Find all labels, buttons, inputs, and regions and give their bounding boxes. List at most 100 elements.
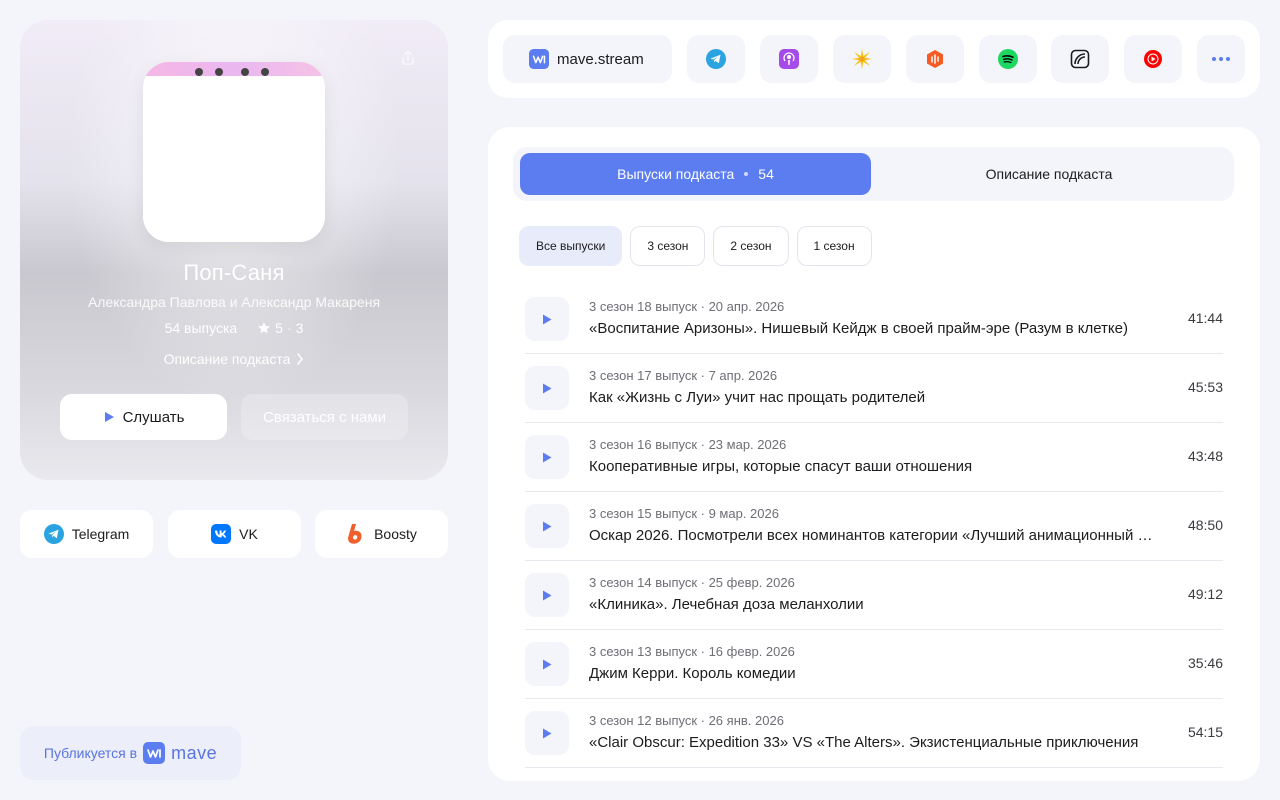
episode-row[interactable]: 3 сезон 12 выпуск · 26 янв. 2026 «Clair … — [525, 699, 1223, 768]
episode-play-button[interactable] — [525, 573, 569, 617]
episode-play-button[interactable] — [525, 711, 569, 755]
filter-all-episodes[interactable]: Все выпуски — [519, 226, 623, 266]
apple-podcasts-icon — [779, 49, 799, 69]
platform-castbox-button[interactable] — [906, 35, 964, 83]
episode-meta: 3 сезон 14 выпуск · 25 февр. 2026 — [589, 575, 795, 590]
play-icon — [543, 590, 552, 600]
published-label: Публикуется в — [43, 745, 138, 761]
rating-value: 5 — [275, 320, 283, 336]
play-icon — [543, 383, 552, 393]
description-link[interactable]: Описание подкаста — [20, 351, 448, 367]
social-label: VK — [239, 526, 258, 542]
play-icon — [104, 412, 114, 422]
platform-spotify-button[interactable] — [979, 35, 1037, 83]
filter-season-2[interactable]: 2 сезон — [713, 226, 789, 266]
pocket-casts-icon — [1070, 49, 1090, 69]
tab-description[interactable]: Описание подкаста — [871, 153, 1227, 195]
episode-title[interactable]: Джим Керри. Король комедии — [589, 665, 1154, 682]
platforms-more-button[interactable] — [1197, 35, 1245, 83]
tab-switcher: Выпуски подкаста 54 Описание подкаста — [513, 147, 1234, 201]
episode-meta: 3 сезон 17 выпуск · 7 апр. 2026 — [589, 368, 778, 383]
episode-meta: 3 сезон 15 выпуск · 9 мар. 2026 — [589, 506, 779, 521]
episode-row[interactable]: 3 сезон 13 выпуск · 16 февр. 2026 Джим К… — [525, 630, 1223, 699]
boosty-icon — [348, 524, 362, 544]
description-link-label: Описание подкаста — [163, 351, 291, 367]
episode-title[interactable]: «Воспитание Аризоны». Нишевый Кейдж в св… — [589, 320, 1154, 337]
tab-episodes-count: 54 — [758, 166, 774, 182]
podcast-meta: 54 выпуска 5 · 3 — [20, 320, 448, 336]
mave-brand: mave — [171, 742, 218, 763]
episode-duration: 54:15 — [1187, 724, 1223, 740]
platform-youtube-music-button[interactable] — [1124, 35, 1182, 83]
social-telegram-button[interactable]: Telegram — [20, 510, 153, 558]
rating-count: 3 — [295, 320, 304, 336]
play-icon — [543, 728, 552, 738]
social-vk-button[interactable]: VK — [168, 510, 301, 558]
social-label: Telegram — [71, 526, 130, 542]
star-icon — [258, 322, 271, 334]
episode-duration: 45:53 — [1187, 379, 1223, 395]
platform-telegram-button[interactable] — [687, 35, 745, 83]
published-in-mave-badge[interactable]: Публикуется в mave — [20, 726, 241, 780]
episode-row[interactable]: 3 сезон 18 выпуск · 20 апр. 2026 «Воспит… — [525, 285, 1223, 354]
filter-season-3[interactable]: 3 сезон — [630, 226, 706, 266]
episode-duration: 35:46 — [1187, 655, 1223, 671]
tab-description-label: Описание подкаста — [985, 166, 1113, 182]
youtube-music-icon — [1144, 50, 1162, 68]
episode-row[interactable]: 3 сезон 17 выпуск · 7 апр. 2026 Как «Жиз… — [525, 354, 1223, 423]
play-icon — [543, 521, 552, 531]
more-icon — [1212, 57, 1230, 61]
listen-button-label: Слушать — [122, 408, 185, 426]
episode-title[interactable]: «Клиника». Лечебная доза меланхолии — [589, 596, 1154, 613]
episode-row[interactable]: 3 сезон 15 выпуск · 9 мар. 2026 Оскар 20… — [525, 492, 1223, 561]
play-icon — [543, 452, 552, 462]
podcast-profile-card: Поп-Саня Александра Павлова и Александр … — [20, 20, 448, 480]
episode-row[interactable]: 3 сезон 14 выпуск · 25 февр. 2026 «Клини… — [525, 561, 1223, 630]
episode-duration: 43:48 — [1187, 448, 1223, 464]
mave-logo-icon — [529, 49, 549, 69]
episode-play-button[interactable] — [525, 435, 569, 479]
yandex-music-icon — [852, 49, 872, 69]
episode-meta: 3 сезон 13 выпуск · 16 февр. 2026 — [589, 644, 795, 659]
episode-row[interactable]: 3 сезон 16 выпуск · 23 мар. 2026 Коопера… — [525, 423, 1223, 492]
episode-duration: 41:44 — [1187, 310, 1223, 326]
mave-stream-label: mave.stream — [557, 50, 644, 68]
social-boosty-button[interactable]: Boosty — [315, 510, 448, 558]
telegram-icon — [706, 49, 726, 69]
episode-meta: 3 сезон 16 выпуск · 23 мар. 2026 — [589, 437, 787, 452]
chevron-right-icon — [297, 353, 304, 365]
play-icon — [543, 659, 552, 669]
season-filters: Все выпуски 3 сезон 2 сезон 1 сезон — [519, 226, 872, 266]
platform-apple-podcasts-button[interactable] — [760, 35, 818, 83]
telegram-icon — [43, 524, 64, 544]
tab-episodes[interactable]: Выпуски подкаста 54 — [520, 153, 871, 195]
filter-season-1[interactable]: 1 сезон — [796, 226, 872, 266]
episode-title[interactable]: Как «Жизнь с Луи» учит нас прощать родит… — [589, 389, 1154, 406]
episode-duration: 49:12 — [1187, 586, 1223, 602]
share-button[interactable] — [390, 40, 426, 76]
episode-play-button[interactable] — [525, 366, 569, 410]
episodes-count: 54 выпуска — [164, 320, 238, 336]
listen-button[interactable]: Слушать — [60, 394, 227, 440]
episodes-list: 3 сезон 18 выпуск · 20 апр. 2026 «Воспит… — [525, 285, 1223, 768]
episode-play-button[interactable] — [525, 297, 569, 341]
platform-yandex-music-button[interactable] — [833, 35, 891, 83]
episode-meta: 3 сезон 12 выпуск · 26 янв. 2026 — [589, 713, 784, 728]
mave-stream-button[interactable]: mave.stream — [503, 35, 672, 83]
platform-pocket-casts-button[interactable] — [1051, 35, 1109, 83]
episode-title[interactable]: «Clair Obscur: Expedition 33» VS «The Al… — [589, 734, 1154, 751]
episode-play-button[interactable] — [525, 642, 569, 686]
podcast-cover — [143, 62, 325, 242]
episode-title[interactable]: Кооперативные игры, которые спасут ваши … — [589, 458, 1154, 475]
rating: 5 · 3 — [257, 320, 303, 336]
share-icon — [402, 50, 414, 65]
platforms-bar: mave.stream — [488, 20, 1260, 98]
podcast-title: Поп-Саня — [183, 260, 285, 285]
episode-title[interactable]: Оскар 2026. Посмотрели всех номинантов к… — [589, 527, 1154, 544]
contact-button-label: Связаться с нами — [262, 408, 387, 426]
episode-play-button[interactable] — [525, 504, 569, 548]
spotify-icon — [998, 49, 1018, 69]
mave-logo-icon — [143, 742, 166, 764]
social-label: Boosty — [374, 526, 417, 542]
contact-button[interactable]: Связаться с нами — [241, 394, 408, 440]
